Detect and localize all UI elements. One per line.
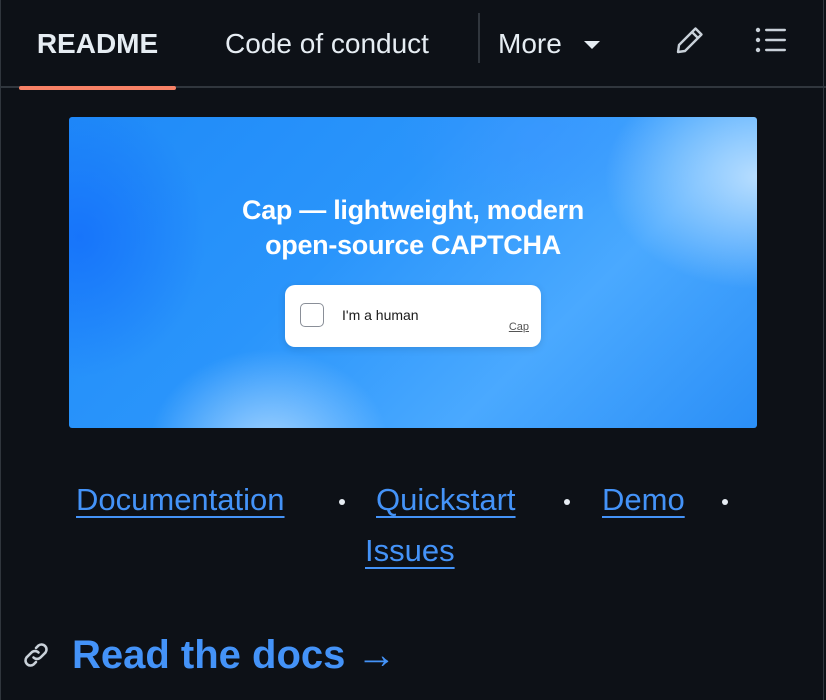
quickstart-link[interactable]: Quickstart [376, 482, 516, 518]
separator-dot [339, 499, 345, 505]
banner-title-line2: open-source CAPTCHA [265, 230, 561, 260]
separator-dot [564, 499, 570, 505]
tab-readme-label: README [36, 28, 159, 59]
caret-down-icon [583, 41, 600, 49]
cap-banner-image: Cap — lightweight, modern open-source CA… [69, 117, 757, 428]
issues-link[interactable]: Issues [365, 533, 455, 569]
more-label: More [498, 28, 562, 59]
tab-readme[interactable]: README [19, 0, 176, 90]
captcha-label: I'm a human [342, 307, 419, 323]
separator-dot [722, 499, 728, 505]
read-the-docs-link[interactable]: Read the docs → [72, 633, 397, 678]
documentation-link[interactable]: Documentation [76, 482, 285, 518]
captcha-widget: I'm a human Cap [285, 285, 541, 347]
list-icon [755, 27, 786, 53]
banner-title: Cap — lightweight, modern open-source CA… [69, 193, 757, 263]
link-icon[interactable] [20, 639, 52, 671]
more-dropdown[interactable]: More [498, 0, 622, 88]
demo-link[interactable]: Demo [602, 482, 685, 518]
tab-divider [478, 13, 480, 63]
captcha-brand: Cap [508, 321, 529, 333]
tab-code-of-conduct-label: Code of conduct [225, 28, 429, 59]
read-the-docs-heading: Read the docs → [20, 630, 397, 680]
outline-button[interactable] [749, 20, 793, 60]
captcha-checkbox [300, 303, 324, 327]
pencil-icon [676, 27, 703, 54]
tab-bar: README Code of conduct More [0, 0, 826, 90]
link-icon-glyph [24, 643, 48, 667]
active-tab-indicator [19, 86, 176, 90]
banner-title-line1: Cap — lightweight, modern [242, 195, 584, 225]
edit-button[interactable] [668, 20, 712, 60]
tab-code-of-conduct[interactable]: Code of conduct [200, 0, 454, 88]
